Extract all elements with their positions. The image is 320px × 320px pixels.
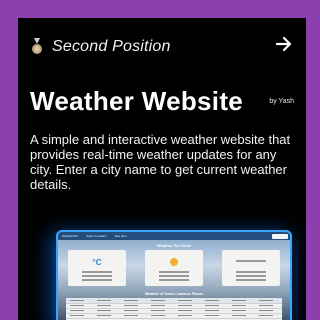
preview-table-cell	[178, 314, 192, 317]
preview-table-cell	[124, 304, 138, 307]
preview-table-cell	[70, 299, 84, 302]
preview-table-cell	[259, 309, 273, 312]
preview-table-cell	[205, 299, 219, 302]
preview-table-cell	[70, 304, 84, 307]
preview-weather-cards: °C	[68, 250, 280, 286]
preview-nav-item: Select Location	[86, 234, 107, 238]
preview-table-cell	[124, 309, 138, 312]
preview-table-cell	[232, 309, 246, 312]
preview-table-cell	[232, 304, 246, 307]
preview-table-cell	[70, 314, 84, 317]
preview-table-cell	[97, 304, 111, 307]
preview-table-cell	[124, 314, 138, 317]
preview-table-cell	[178, 309, 192, 312]
preview-table-cell	[178, 299, 192, 302]
preview-table-cell	[151, 304, 165, 307]
project-preview-image[interactable]: WeatherWiz Select Location Nav Item Weat…	[56, 230, 292, 320]
preview-table-cell	[205, 304, 219, 307]
preview-table-cell	[70, 309, 84, 312]
arrow-right-icon[interactable]	[274, 34, 294, 54]
preview-table	[66, 298, 282, 320]
badge-label: Second Position	[52, 38, 171, 55]
project-card[interactable]: Second Position Weather Website by Yash …	[18, 18, 306, 320]
medal-icon	[32, 38, 42, 54]
preview-table-cell	[151, 299, 165, 302]
preview-wind-card	[222, 250, 280, 286]
preview-table-cell	[259, 304, 273, 307]
position-badge: Second Position	[30, 38, 171, 56]
preview-navbar: WeatherWiz Select Location Nav Item	[58, 232, 290, 240]
preview-temp-card: °C	[68, 250, 126, 286]
preview-table-cell	[259, 314, 273, 317]
sun-icon	[170, 258, 178, 266]
preview-table-cell	[232, 314, 246, 317]
project-description: A simple and interactive weather website…	[30, 132, 291, 192]
preview-table-cell	[151, 314, 165, 317]
preview-table-cell	[178, 304, 192, 307]
preview-sun-card	[145, 250, 203, 286]
preview-table-cell	[259, 299, 273, 302]
project-title: Weather Website	[30, 86, 244, 116]
preview-table-cell	[97, 309, 111, 312]
preview-table-cell	[205, 309, 219, 312]
preview-nav-item: WeatherWiz	[62, 234, 79, 238]
preview-search-box	[272, 233, 288, 239]
preview-table-cell	[124, 299, 138, 302]
preview-subheading: Weather of Some Common Places	[144, 292, 204, 296]
preview-temp-unit: °C	[92, 258, 102, 267]
preview-nav-item: Nav Item	[114, 234, 127, 238]
preview-table-cell	[151, 309, 165, 312]
author-label: by Yash	[269, 98, 294, 105]
preview-table-cell	[232, 299, 246, 302]
preview-table-cell	[97, 299, 111, 302]
preview-table-cell	[97, 314, 111, 317]
preview-table-cell	[205, 314, 219, 317]
preview-heading: Weather For Delhi	[156, 243, 192, 248]
